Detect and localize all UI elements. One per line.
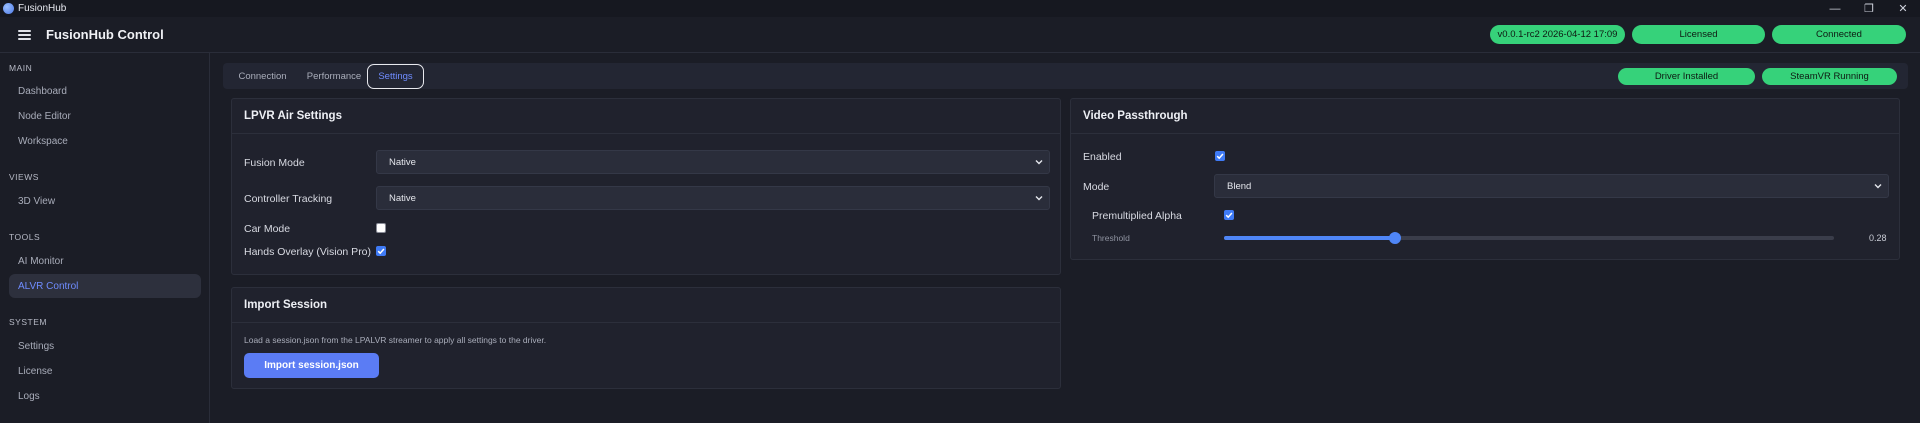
threshold-slider-thumb[interactable]: [1388, 232, 1401, 244]
hands-overlay-label: Hands Overlay (Vision Pro): [244, 246, 372, 258]
hands-overlay-checkbox[interactable]: [376, 246, 386, 256]
checkmark-icon: [377, 248, 385, 255]
sidebar-item-node-editor[interactable]: Node Editor: [9, 104, 201, 128]
steamvr-running-badge: SteamVR Running: [1762, 68, 1897, 85]
sidebar-section-views: VIEWS: [9, 172, 39, 182]
driver-installed-badge: Driver Installed: [1618, 68, 1755, 85]
sidebar-section-system: SYSTEM: [9, 317, 47, 327]
threshold-label: Threshold: [1092, 233, 1130, 243]
video-passthrough-card: Video Passthrough Enabled Mode Blend Pre…: [1070, 98, 1900, 260]
import-session-card: Import Session Load a session.json from …: [231, 287, 1061, 389]
chevron-down-icon: [1035, 160, 1043, 165]
import-session-title: Import Session: [244, 299, 328, 311]
tab-bar: Connection Performance Settings Driver I…: [223, 63, 1908, 89]
premultiplied-alpha-label: Premultiplied Alpha: [1092, 210, 1182, 222]
app-title: FusionHub Control: [46, 27, 164, 42]
import-session-description: Load a session.json from the LPALVR stre…: [244, 335, 547, 345]
mode-label: Mode: [1083, 181, 1110, 193]
tab-connection[interactable]: Connection: [231, 63, 294, 89]
checkmark-icon: [1225, 212, 1233, 219]
fusion-mode-label: Fusion Mode: [244, 157, 305, 169]
card-divider: [1071, 133, 1899, 134]
mode-select[interactable]: Blend: [1214, 174, 1889, 198]
sidebar-section-tools: TOOLS: [9, 232, 41, 242]
sidebar-item-alvr-control[interactable]: ALVR Control: [9, 274, 201, 298]
sidebar-item-license[interactable]: License: [9, 359, 201, 383]
window-controls: — ❐ ✕: [1818, 0, 1920, 17]
header-badges: v0.0.1-rc2 2026-04-12 17:09 Licensed Con…: [1490, 25, 1906, 44]
chevron-down-icon: [1874, 184, 1882, 189]
sidebar-item-3d-view[interactable]: 3D View: [9, 189, 201, 213]
sidebar-item-dashboard[interactable]: Dashboard: [9, 79, 201, 103]
card-divider: [232, 322, 1060, 323]
menu-icon[interactable]: [18, 29, 31, 40]
fusion-mode-select[interactable]: Native: [376, 150, 1050, 174]
sidebar: MAIN Dashboard Node Editor Workspace VIE…: [0, 53, 210, 423]
car-mode-checkbox[interactable]: [376, 223, 386, 233]
sidebar-item-settings[interactable]: Settings: [9, 334, 201, 358]
lpvr-settings-card: LPVR Air Settings Fusion Mode Native Con…: [231, 98, 1061, 275]
video-passthrough-title: Video Passthrough: [1083, 110, 1188, 122]
close-button[interactable]: ✕: [1886, 0, 1920, 17]
threshold-slider[interactable]: [1224, 232, 1834, 244]
connection-badge: Connected: [1772, 25, 1906, 44]
tab-performance[interactable]: Performance: [301, 63, 367, 89]
fusion-mode-value: Native: [389, 156, 416, 168]
minimize-button[interactable]: —: [1818, 0, 1852, 17]
lpvr-settings-title: LPVR Air Settings: [244, 110, 342, 122]
controller-tracking-value: Native: [389, 192, 416, 204]
enabled-label: Enabled: [1083, 151, 1122, 163]
threshold-slider-fill: [1224, 236, 1395, 240]
window-title: FusionHub: [18, 3, 67, 14]
premultiplied-alpha-checkbox[interactable]: [1224, 210, 1234, 220]
controller-tracking-label: Controller Tracking: [244, 193, 333, 205]
app-header: FusionHub Control v0.0.1-rc2 2026-04-12 …: [0, 17, 1920, 53]
version-badge: v0.0.1-rc2 2026-04-12 17:09: [1490, 25, 1625, 44]
import-session-button[interactable]: Import session.json: [244, 353, 379, 378]
sidebar-item-ai-monitor[interactable]: AI Monitor: [9, 249, 201, 273]
sidebar-section-main: MAIN: [9, 63, 33, 73]
controller-tracking-select[interactable]: Native: [376, 186, 1050, 210]
sidebar-item-workspace[interactable]: Workspace: [9, 129, 201, 153]
license-badge: Licensed: [1632, 25, 1765, 44]
sidebar-item-logs[interactable]: Logs: [9, 384, 201, 408]
threshold-value: 0.28: [1869, 233, 1887, 243]
tab-settings[interactable]: Settings: [367, 64, 424, 89]
window-titlebar: FusionHub — ❐ ✕: [0, 0, 1920, 17]
checkmark-icon: [1216, 153, 1224, 160]
chevron-down-icon: [1035, 196, 1043, 201]
car-mode-label: Car Mode: [244, 223, 291, 235]
card-divider: [232, 133, 1060, 134]
mode-value: Blend: [1227, 180, 1252, 192]
enabled-checkbox[interactable]: [1215, 151, 1225, 161]
app-logo-icon: [3, 3, 14, 14]
maximize-button[interactable]: ❐: [1852, 0, 1886, 17]
